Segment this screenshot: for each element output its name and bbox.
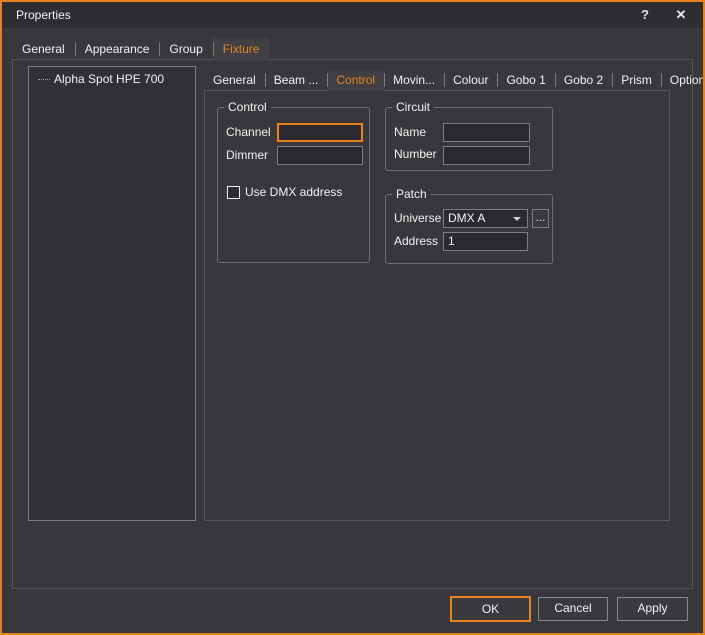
subtab-gobo2[interactable]: Gobo 2 xyxy=(555,70,612,90)
tree-branch-icon xyxy=(38,79,50,80)
fixture-tree[interactable]: Alpha Spot HPE 700 xyxy=(28,66,196,521)
dimmer-input[interactable] xyxy=(277,146,363,165)
subtab-options[interactable]: Options xyxy=(661,70,705,90)
cancel-button[interactable]: Cancel xyxy=(538,597,608,621)
apply-button[interactable]: Apply xyxy=(617,597,688,621)
channel-label: Channel xyxy=(226,125,271,139)
subtab-control[interactable]: Control xyxy=(327,70,384,91)
universe-dropdown-value: DMX A xyxy=(448,211,485,225)
chevron-down-icon xyxy=(513,217,521,221)
address-input[interactable]: 1 xyxy=(443,232,528,251)
ok-button[interactable]: OK xyxy=(450,596,531,622)
window-title: Properties xyxy=(16,2,71,28)
circuit-name-input[interactable] xyxy=(443,123,530,142)
patch-groupbox-title: Patch xyxy=(392,188,431,201)
channel-input[interactable] xyxy=(277,123,363,142)
tree-item[interactable]: Alpha Spot HPE 700 xyxy=(29,71,195,88)
main-tab-bar: General Appearance Group Fixture xyxy=(12,38,269,61)
circuit-name-label: Name xyxy=(394,125,426,139)
tab-group[interactable]: Group xyxy=(159,38,212,60)
fixture-tab-page: Alpha Spot HPE 700 General Beam ... Cont… xyxy=(12,59,693,589)
universe-label: Universe xyxy=(394,211,441,225)
control-tab-page: Control Channel Dimmer Use DMX address C… xyxy=(204,90,670,521)
subtab-moving[interactable]: Movin... xyxy=(384,70,444,90)
patch-groupbox: Patch Universe DMX A ... Address 1 xyxy=(385,194,553,264)
titlebar: Properties ? ✕ xyxy=(2,2,703,28)
subtab-beam[interactable]: Beam ... xyxy=(265,70,328,90)
close-icon[interactable]: ✕ xyxy=(670,5,692,25)
tab-appearance[interactable]: Appearance xyxy=(75,38,160,60)
subtab-general[interactable]: General xyxy=(204,70,265,90)
tree-item-label[interactable]: Alpha Spot HPE 700 xyxy=(50,71,168,88)
tab-fixture[interactable]: Fixture xyxy=(213,38,270,61)
use-dmx-address-label: Use DMX address xyxy=(245,186,342,199)
circuit-number-input[interactable] xyxy=(443,146,530,165)
sub-tab-bar: General Beam ... Control Movin... Colour… xyxy=(204,70,705,91)
circuit-number-label: Number xyxy=(394,147,437,161)
address-label: Address xyxy=(394,234,438,248)
use-dmx-address-checkbox[interactable]: Use DMX address xyxy=(227,186,342,199)
control-groupbox: Control Channel Dimmer Use DMX address xyxy=(217,107,370,263)
dimmer-label: Dimmer xyxy=(226,148,268,162)
universe-browse-button[interactable]: ... xyxy=(532,209,549,228)
universe-dropdown[interactable]: DMX A xyxy=(443,209,528,228)
control-groupbox-title: Control xyxy=(224,101,271,114)
subtab-gobo1[interactable]: Gobo 1 xyxy=(497,70,554,90)
circuit-groupbox-title: Circuit xyxy=(392,101,434,114)
help-icon[interactable]: ? xyxy=(634,5,656,25)
properties-dialog: Properties ? ✕ General Appearance Group … xyxy=(0,0,705,635)
tab-general[interactable]: General xyxy=(12,38,75,60)
checkbox-icon[interactable] xyxy=(227,186,240,199)
subtab-colour[interactable]: Colour xyxy=(444,70,497,90)
circuit-groupbox: Circuit Name Number xyxy=(385,107,553,171)
subtab-prism[interactable]: Prism xyxy=(612,70,661,90)
